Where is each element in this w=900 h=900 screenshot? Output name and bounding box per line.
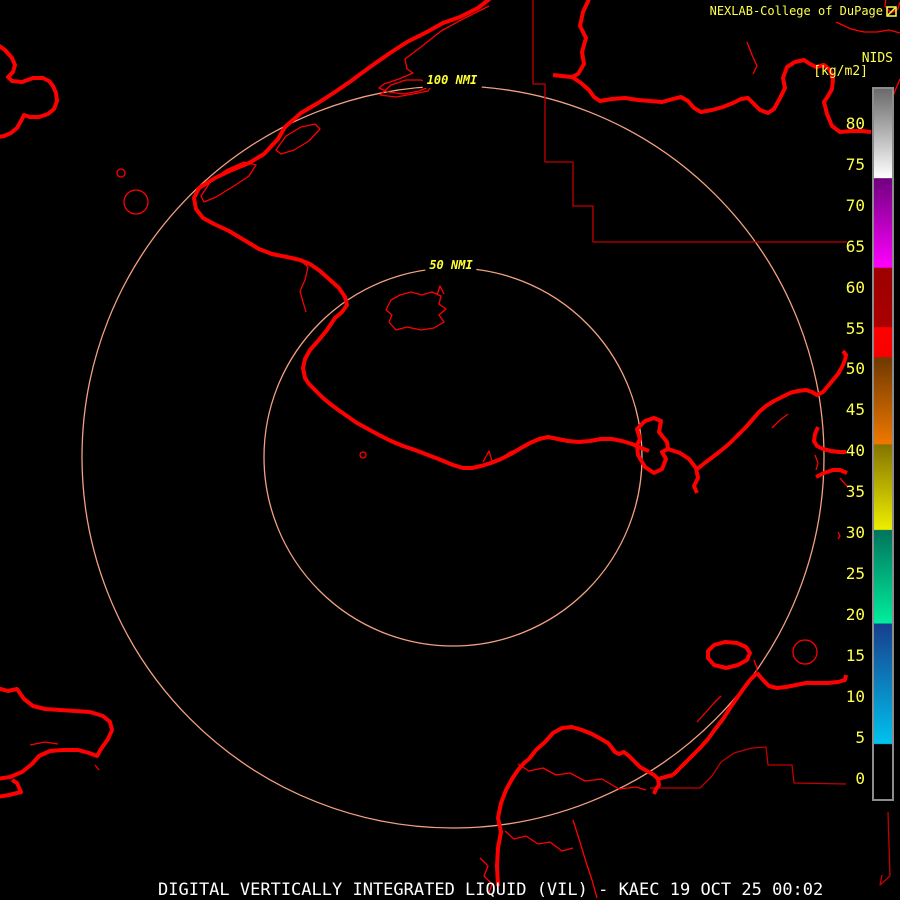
colorbar-tick-label: 45 [845,400,865,420]
right-edge-sliver [892,78,900,97]
small-pond-a [116,168,126,178]
bay-channel-1 [517,763,647,791]
county-boundary-ne [532,0,847,243]
colorbar-tick-label: 5 [855,727,865,747]
color-scale-gradient [874,89,892,799]
colorbar-tick-label: 40 [845,441,865,461]
colorbar-tick-label: 20 [845,605,865,625]
range-ring-50nmi [263,267,643,647]
colorbar-tick-label: 30 [845,523,865,543]
colorbar-tick-label: 50 [845,359,865,379]
attribution-header: NEXLAB-College of DuPage [710,4,897,18]
bottom-bay-inlet [652,778,661,795]
ne-diag-detail [771,413,789,429]
radar-display: 100 NMI 50 NMI NEXLAB-College of DuPage N… [0,0,900,900]
county-boundary-edge [879,811,891,886]
ne-river-branch [552,73,572,79]
colorbar-tick-label: 35 [845,482,865,502]
river-south [667,447,700,494]
colorbar-tick-label: 0 [855,768,865,788]
colorbar-tick-label: 65 [845,236,865,256]
colorbar-tick-label: 25 [845,564,865,584]
ne-river-detail [746,41,758,75]
colorbar-tick-label: 15 [845,646,865,666]
color-scale-bar [872,87,894,801]
ne-thin-river [835,21,900,34]
college-of-dupage-logo-icon [886,5,897,17]
product-caption: DIGITAL VERTICALLY INTEGRATED LIQUID (VI… [158,880,824,900]
colorbar-tick-label: 10 [845,687,865,706]
inland-bay [385,285,447,331]
nw-blob-coastline [0,43,59,139]
radar-map-canvas [0,0,900,899]
coast-bend-detail [297,257,309,313]
small-pond-b [123,189,149,215]
east-hook-b [815,468,848,479]
attribution-text: NEXLAB-College of DuPage [709,4,883,18]
colorbar-tick-label: 75 [845,154,865,174]
colorbar-tick-label: 70 [845,195,865,215]
east-pond [792,639,818,665]
colorbar-tick-label: 80 [845,113,865,133]
range-ring-label: 100 NMI [422,72,482,88]
range-ring-label: 50 NMI [425,257,477,273]
colorbar-tick-label: 60 [845,277,865,297]
bay-channel-2 [504,830,574,852]
tiny-islet [359,451,367,459]
units-label: [kg/m2] [813,64,868,79]
sw-diagonal-coast [671,671,759,777]
bottom-bay-outline [495,725,674,887]
geography-outlines [0,0,900,899]
colorbar-tick-label: 55 [845,318,865,338]
east-lake [706,640,752,670]
east-river-horizontal [755,671,848,690]
sw-island-hook [0,778,23,799]
